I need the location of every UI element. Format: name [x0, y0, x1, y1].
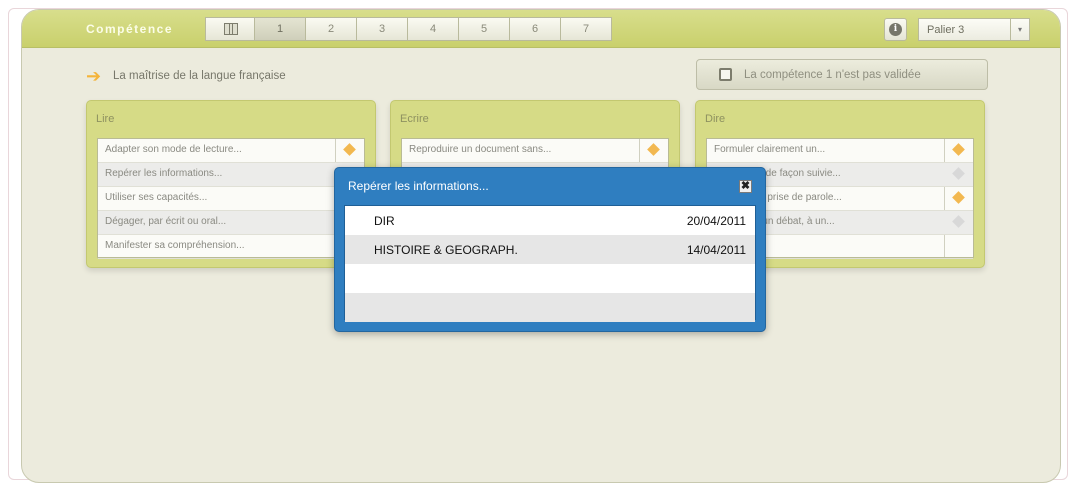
- card-title: Lire: [96, 113, 115, 125]
- tab-5[interactable]: 5: [459, 17, 510, 41]
- item-label: Repérer les informations...: [105, 168, 223, 179]
- card-title: Ecrire: [400, 113, 429, 125]
- section-subheader: ➔ La maîtrise de la langue française: [86, 66, 286, 86]
- info-button[interactable]: i: [884, 18, 907, 41]
- modal-list: DIR 20/04/2011 HISTOIRE & GEOGRAPH. 14/0…: [344, 205, 756, 322]
- status-diamond-icon: [952, 215, 965, 228]
- subjects-modal: Repérer les informations... ✖ DIR 20/04/…: [334, 167, 766, 332]
- validate-checkbox[interactable]: [719, 68, 732, 81]
- item-label: Utiliser ses capacités...: [105, 192, 208, 203]
- close-icon[interactable]: ✖: [739, 180, 752, 193]
- tab-7[interactable]: 7: [561, 17, 612, 41]
- palier-value: Palier 3: [927, 24, 965, 36]
- subject-date: 20/04/2011: [686, 214, 746, 228]
- competence-tabs: 1 2 3 4 5 6 7: [205, 17, 612, 41]
- item-label: Manifester sa compréhension...: [105, 240, 245, 251]
- table-row[interactable]: HISTOIRE & GEOGRAPH. 14/04/2011: [345, 235, 755, 264]
- item-label: Dégager, par écrit ou oral...: [105, 216, 227, 227]
- list-item[interactable]: Adapter son mode de lecture...: [98, 139, 364, 163]
- grid-icon: [224, 23, 238, 35]
- tab-2[interactable]: 2: [306, 17, 357, 41]
- list-item[interactable]: Dégager, par écrit ou oral...: [98, 211, 364, 235]
- palier-select[interactable]: Palier 3 ▾: [918, 18, 1030, 41]
- tab-6[interactable]: 6: [510, 17, 561, 41]
- status-diamond-icon: [343, 143, 356, 156]
- tab-3[interactable]: 3: [357, 17, 408, 41]
- header-bar: Compétence 1 2 3 4 5 6 7 i Palier 3 ▾: [22, 10, 1060, 48]
- list-item[interactable]: Utiliser ses capacités...: [98, 187, 364, 211]
- item-label: Formuler clairement un...: [714, 144, 826, 155]
- validate-competence-button[interactable]: La compétence 1 n'est pas validée: [696, 59, 988, 90]
- subject-name: DIR: [374, 214, 395, 228]
- list-item[interactable]: Manifester sa compréhension...: [98, 235, 364, 259]
- list-item[interactable]: Formuler clairement un...: [707, 139, 973, 163]
- info-icon: i: [889, 23, 902, 36]
- subject-name: HISTOIRE & GEOGRAPH.: [374, 243, 518, 257]
- list-item[interactable]: Repérer les informations...: [98, 163, 364, 187]
- chevron-down-icon[interactable]: ▾: [1010, 19, 1029, 40]
- tab-overview-grid[interactable]: [205, 17, 255, 41]
- status-diamond-icon: [952, 167, 965, 180]
- item-label: Adapter son mode de lecture...: [105, 144, 242, 155]
- competence-title: Compétence: [86, 22, 174, 36]
- item-label: Reproduire un document sans...: [409, 144, 552, 155]
- competence-name: La maîtrise de la langue française: [113, 70, 286, 82]
- table-row[interactable]: [345, 264, 755, 293]
- card-list: Adapter son mode de lecture... Repérer l…: [97, 138, 365, 259]
- status-diamond-icon: [952, 191, 965, 204]
- table-row[interactable]: [345, 293, 755, 322]
- arrow-right-icon: ➔: [86, 66, 102, 86]
- list-item[interactable]: Reproduire un document sans...: [402, 139, 668, 163]
- tab-4[interactable]: 4: [408, 17, 459, 41]
- status-diamond-icon: [647, 143, 660, 156]
- modal-title: Repérer les informations...: [348, 179, 489, 193]
- card-lire: Lire Adapter son mode de lecture... Repé…: [86, 100, 376, 268]
- tab-1[interactable]: 1: [255, 17, 306, 41]
- subject-date: 14/04/2011: [686, 243, 746, 257]
- status-diamond-icon: [952, 143, 965, 156]
- card-title: Dire: [705, 113, 726, 125]
- table-row[interactable]: DIR 20/04/2011: [345, 206, 755, 235]
- validate-label: La compétence 1 n'est pas validée: [744, 68, 921, 81]
